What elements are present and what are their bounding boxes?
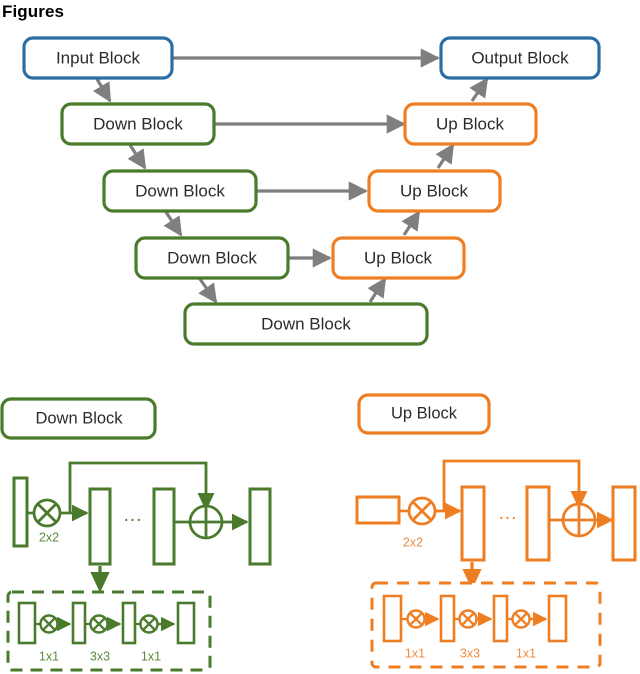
down-stage1-bar (88, 487, 112, 566)
down-block-legend-label: Down Block (35, 409, 123, 427)
down-residual-sum-icon (188, 504, 224, 540)
up-residual-sum-icon (561, 502, 597, 538)
down-output-feature-bar (248, 487, 272, 566)
up-upsample-kernel-label: 2x2 (403, 535, 423, 549)
node-up-block-3-label: Up Block (364, 248, 433, 267)
down-bn-bar-2 (121, 601, 137, 645)
down-block-legend-chip[interactable]: Down Block (0, 397, 157, 440)
node-up-block-1[interactable]: Up Block (403, 102, 538, 146)
node-output-block-label: Output Block (471, 48, 569, 67)
up-block-detail: Up Block 2x2 ... 1x1 3x3 1x1 (355, 393, 637, 669)
up-bn-bar-1 (439, 594, 456, 643)
node-up-block-2[interactable]: Up Block (367, 169, 502, 213)
down-stageN-bar (152, 487, 176, 566)
down-block-detail: Down Block 2x2 ... 1x1 3x3 1x1 (0, 397, 272, 672)
up-stage-ellipsis: ... (499, 503, 518, 524)
down-bn-bar-1 (71, 601, 87, 645)
up-bn-mul-1x1-b-icon (511, 609, 531, 629)
node-up-block-1-label: Up Block (436, 114, 505, 133)
node-up-block-3[interactable]: Up Block (331, 236, 466, 280)
node-down-block-1-label: Down Block (93, 114, 183, 133)
edge-down3-to-down4 (198, 278, 218, 304)
edge-down4-to-up3 (367, 277, 387, 303)
node-down-block-3-label: Down Block (167, 248, 257, 267)
up-upsample-mul-icon (407, 496, 437, 526)
node-down-block-2-label: Down Block (135, 181, 225, 200)
node-input-block[interactable]: Input Block (22, 36, 174, 80)
up-stageN-bar (525, 485, 551, 562)
up-block-legend-label: Up Block (391, 404, 458, 422)
edge-up3-to-up2 (401, 210, 421, 236)
figure-page: Figures Input Block Output Block Down Bl… (0, 0, 640, 674)
edge-up1-to-output (469, 77, 489, 102)
figures-canvas: Input Block Output Block Down Block Down… (0, 36, 637, 672)
up-input-feature-bar (355, 495, 401, 525)
up-bn-kernel-label-2: 1x1 (516, 646, 536, 660)
node-input-block-label: Input Block (56, 48, 141, 67)
down-bn-bar-0 (17, 601, 37, 645)
up-bn-mul-3x3-icon (458, 609, 478, 629)
node-down-block-4[interactable]: Down Block (183, 302, 429, 346)
node-down-block-4-label: Down Block (261, 314, 351, 333)
up-bn-mul-1x1-a-icon (406, 609, 426, 629)
down-stage-ellipsis: ... (124, 505, 143, 526)
up-bn-bar-3 (547, 594, 568, 643)
edge-input-to-down1 (92, 78, 112, 103)
up-output-feature-bar (611, 485, 637, 562)
node-output-block[interactable]: Output Block (439, 36, 601, 80)
down-bn-mul-3x3-icon (89, 614, 109, 634)
up-bn-bar-2 (492, 594, 509, 643)
down-bn-mul-1x1-a-icon (39, 614, 59, 634)
up-bn-bar-0 (382, 594, 403, 643)
node-down-block-1[interactable]: Down Block (60, 102, 216, 146)
edge-up2-to-up1 (435, 143, 455, 169)
up-bn-kernel-label-1: 3x3 (460, 646, 480, 660)
node-down-block-2[interactable]: Down Block (102, 169, 258, 213)
edge-down1-to-down2 (127, 144, 147, 170)
up-stage1-bar (460, 485, 486, 562)
down-bn-mul-1x1-b-icon (139, 614, 159, 634)
down-input-feature-bar (12, 476, 29, 548)
node-down-block-3[interactable]: Down Block (134, 236, 290, 280)
down-downsample-kernel-label: 2x2 (39, 530, 59, 544)
down-bn-kernel-label-0: 1x1 (39, 649, 59, 663)
down-bn-kernel-label-2: 1x1 (141, 649, 161, 663)
down-downsample-mul-icon (32, 498, 62, 528)
down-bn-bar-3 (176, 601, 196, 645)
up-block-legend-chip[interactable]: Up Block (357, 393, 491, 435)
node-up-block-2-label: Up Block (400, 181, 469, 200)
down-bn-kernel-label-1: 3x3 (90, 649, 110, 663)
up-bn-kernel-label-0: 1x1 (405, 646, 425, 660)
edge-down2-to-down3 (163, 211, 183, 237)
